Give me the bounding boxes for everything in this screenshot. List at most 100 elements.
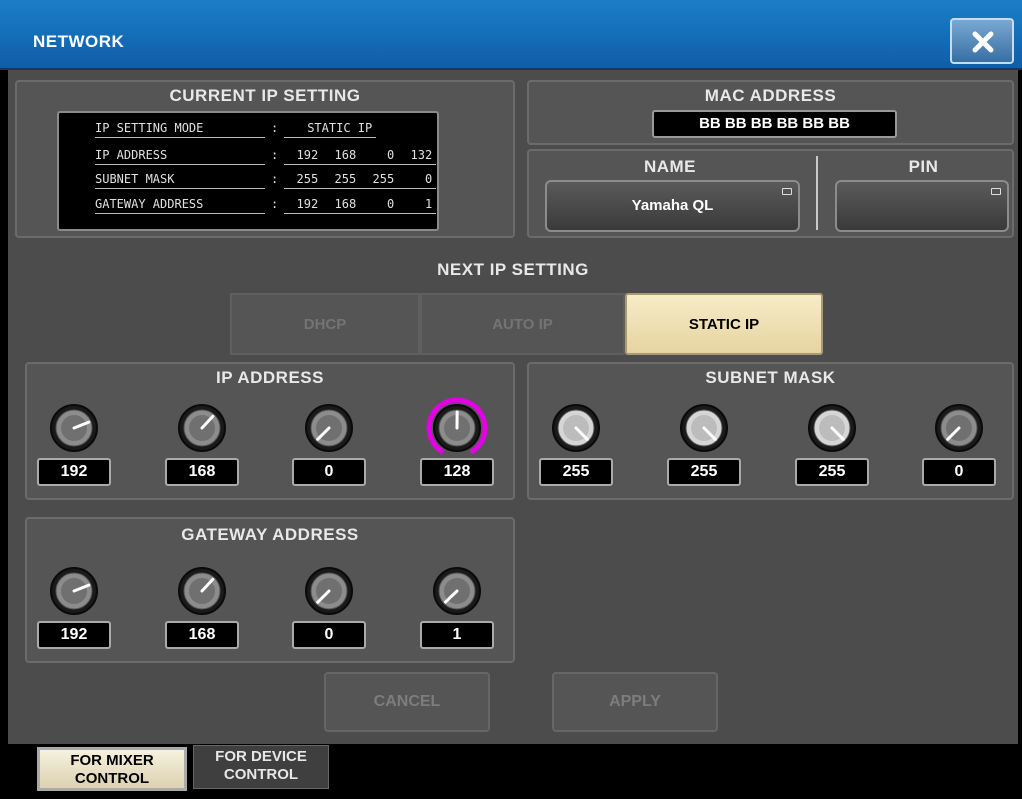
- current-ip-octet: 132: [410, 148, 433, 162]
- name-pin-divider: [816, 156, 818, 230]
- octet-value: 192: [37, 621, 111, 649]
- current-ip-row-label: IP SETTING MODE: [95, 119, 265, 138]
- current-ip-row: IP ADDRESS: 192 168 0 132: [95, 146, 437, 165]
- window-titlebar: NETWORK: [0, 0, 1022, 70]
- mac-address-title: MAC ADDRESS: [704, 86, 837, 105]
- rotary-knob-icon[interactable]: [43, 560, 105, 622]
- current-ip-title: CURRENT IP SETTING: [169, 86, 361, 105]
- octet-knob[interactable]: 255: [667, 397, 747, 497]
- octet-knob[interactable]: 0: [922, 397, 1002, 497]
- current-ip-octet: 168: [334, 148, 357, 162]
- gateway-title: GATEWAY ADDRESS: [181, 525, 359, 544]
- octet-knob[interactable]: 0: [292, 397, 372, 497]
- subnet-mask-title: SUBNET MASK: [705, 368, 836, 387]
- octet-value: 255: [539, 458, 613, 486]
- edit-popup-icon: [782, 188, 792, 195]
- current-ip-octet: 192: [296, 197, 319, 211]
- rotary-knob-icon[interactable]: [673, 397, 735, 459]
- current-ip-octet: STATIC IP: [307, 121, 373, 135]
- rotary-knob-icon[interactable]: [928, 397, 990, 459]
- octet-value: 255: [667, 458, 741, 486]
- gateway-panel: GATEWAY ADDRESS 192 168 0 1: [25, 517, 515, 663]
- octet-knob[interactable]: 168: [165, 397, 245, 497]
- apply-button[interactable]: APPLY: [552, 672, 718, 732]
- rotary-knob-icon[interactable]: [545, 397, 607, 459]
- name-title: NAME: [643, 157, 697, 176]
- tab-label-line1: FOR DEVICE: [215, 748, 307, 765]
- name-pin-panel: NAME PIN Yamaha QL: [527, 149, 1014, 238]
- name-field-button[interactable]: Yamaha QL: [545, 180, 800, 232]
- current-ip-row-separator: :: [271, 121, 279, 135]
- rotary-knob-icon[interactable]: [43, 397, 105, 459]
- current-ip-row: SUBNET MASK: 255 255 255 0: [95, 170, 437, 189]
- octet-knob[interactable]: 255: [539, 397, 619, 497]
- current-ip-octet: 192: [296, 148, 319, 162]
- tab-for-mixer-control[interactable]: FOR MIXER CONTROL: [37, 747, 187, 791]
- octet-value: 255: [795, 458, 869, 486]
- rotary-knob-icon[interactable]: [426, 397, 488, 459]
- current-ip-octet: 0: [425, 172, 433, 186]
- rotary-knob-icon[interactable]: [426, 560, 488, 622]
- tab-for-device-control[interactable]: FOR DEVICE CONTROL: [193, 745, 329, 789]
- tab-label-line2: CONTROL: [74, 770, 150, 787]
- rotary-knob-icon[interactable]: [171, 397, 233, 459]
- octet-value: 0: [292, 621, 366, 649]
- current-ip-row-label: IP ADDRESS: [95, 146, 265, 165]
- mode-dhcp-button[interactable]: DHCP: [230, 293, 420, 355]
- octet-knob[interactable]: 168: [165, 560, 245, 660]
- octet-knob[interactable]: 192: [37, 560, 117, 660]
- mode-static-ip-button[interactable]: STATIC IP: [625, 293, 823, 355]
- network-dialog: CURRENT IP SETTING IP SETTING MODE: STATI…: [8, 70, 1018, 744]
- current-ip-octet: 255: [296, 172, 319, 186]
- name-field-value: Yamaha QL: [631, 197, 714, 214]
- octet-value: 128: [420, 458, 494, 486]
- rotary-knob-icon[interactable]: [298, 397, 360, 459]
- current-ip-octet: 255: [334, 172, 357, 186]
- rotary-knob-icon[interactable]: [801, 397, 863, 459]
- octet-value: 1: [420, 621, 494, 649]
- current-ip-octet: 0: [387, 197, 395, 211]
- octet-knob[interactable]: 0: [292, 560, 372, 660]
- pin-title: PIN: [908, 157, 939, 176]
- current-ip-octet: 168: [334, 197, 357, 211]
- current-ip-panel: CURRENT IP SETTING IP SETTING MODE: STATI…: [15, 80, 515, 238]
- octet-value: 168: [165, 621, 239, 649]
- rotary-knob-icon[interactable]: [298, 560, 360, 622]
- window-title: NETWORK: [33, 32, 125, 51]
- current-ip-octet: 1: [425, 197, 433, 211]
- close-icon: [972, 31, 994, 53]
- octet-value: 0: [922, 458, 996, 486]
- current-ip-row-value: 192 168 0 132: [284, 146, 437, 165]
- ip-address-title: IP ADDRESS: [216, 368, 324, 387]
- current-ip-row-value: 255 255 255 0: [284, 170, 437, 189]
- current-ip-row: IP SETTING MODE: STATIC IP: [95, 119, 377, 138]
- current-ip-row-separator: :: [271, 172, 279, 186]
- octet-knob[interactable]: 1: [420, 560, 500, 660]
- current-ip-row-label: GATEWAY ADDRESS: [95, 195, 265, 214]
- ip-address-panel: IP ADDRESS 192 168 0 128: [25, 362, 515, 500]
- current-ip-row: GATEWAY ADDRESS: 192 168 0 1: [95, 195, 437, 214]
- octet-knob[interactable]: 192: [37, 397, 117, 497]
- octet-knob[interactable]: 128: [420, 397, 500, 497]
- rotary-knob-icon[interactable]: [171, 560, 233, 622]
- octet-knob[interactable]: 255: [795, 397, 875, 497]
- edit-popup-icon: [991, 188, 1001, 195]
- close-button[interactable]: [950, 18, 1014, 64]
- octet-value: 0: [292, 458, 366, 486]
- current-ip-row-separator: :: [271, 197, 279, 211]
- current-ip-octet: 255: [372, 172, 395, 186]
- current-ip-display: IP SETTING MODE: STATIC IP IP ADDRESS:192 1…: [57, 111, 439, 231]
- tab-label-line2: CONTROL: [223, 766, 299, 783]
- mac-address-panel: MAC ADDRESS BB BB BB BB BB BB: [527, 80, 1014, 145]
- subnet-mask-panel: SUBNET MASK 255 255 255 0: [527, 362, 1014, 500]
- mac-address-value: BB BB BB BB BB BB: [652, 110, 897, 138]
- octet-value: 192: [37, 458, 111, 486]
- mode-auto-ip-button[interactable]: AUTO IP: [420, 293, 625, 355]
- tab-label-line1: FOR MIXER: [70, 752, 154, 769]
- octet-value: 168: [165, 458, 239, 486]
- pin-field-button[interactable]: [835, 180, 1009, 232]
- current-ip-octet: 0: [387, 148, 395, 162]
- current-ip-row-separator: :: [271, 148, 279, 162]
- cancel-button[interactable]: CANCEL: [324, 672, 490, 732]
- current-ip-row-value: STATIC IP: [284, 119, 377, 138]
